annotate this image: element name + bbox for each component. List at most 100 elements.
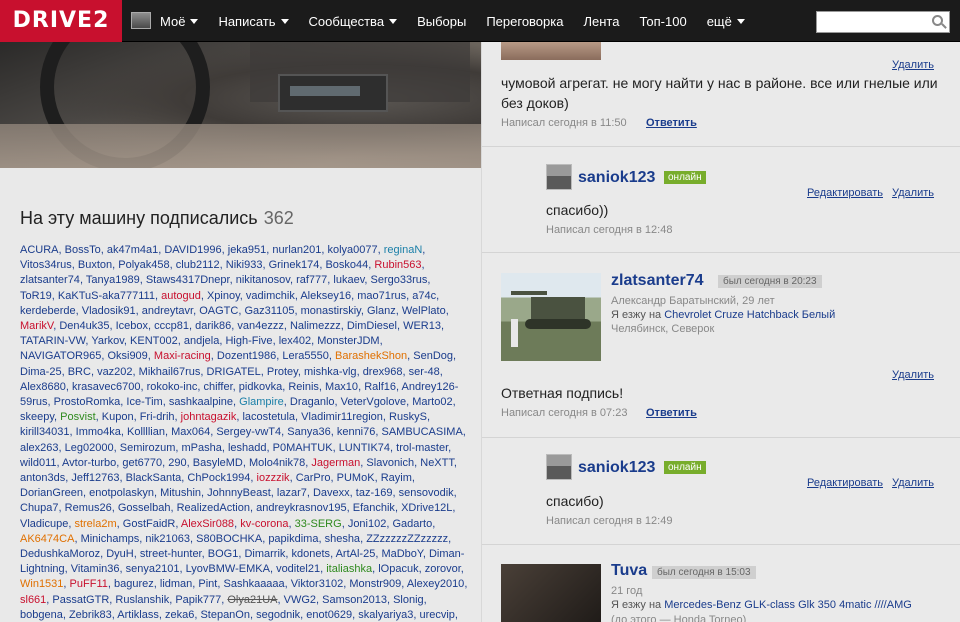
subscriber-link[interactable]: Papik777 — [175, 594, 221, 606]
subscriber-link[interactable]: GostFaidR — [123, 518, 176, 530]
nav-item-write[interactable]: Написать — [218, 14, 289, 29]
subscriber-link[interactable]: VWG2 — [284, 594, 316, 606]
subscriber-link[interactable]: get6770 — [122, 457, 162, 469]
subscriber-link[interactable]: pidkovka — [239, 381, 282, 393]
nav-item-chat[interactable]: Переговорка — [486, 14, 563, 29]
subscriber-link[interactable]: raf777 — [296, 274, 327, 286]
subscriber-link[interactable]: Ice-Tim — [126, 396, 162, 408]
subscriber-link[interactable]: andjela — [184, 335, 219, 347]
subscriber-link[interactable]: Staws4317Dnepr — [146, 274, 230, 286]
subscriber-link[interactable]: lex402 — [279, 335, 311, 347]
subscriber-link[interactable]: Rubin563 — [374, 259, 421, 271]
subscriber-link[interactable]: Immo4ka — [76, 426, 121, 438]
car-interior-photo[interactable] — [0, 42, 481, 168]
subscriber-link[interactable]: zorovor — [425, 563, 461, 575]
subscriber-link[interactable]: 290 — [168, 457, 186, 469]
subscriber-link[interactable]: VeterVgolove — [341, 396, 406, 408]
user-avatar[interactable] — [546, 164, 572, 190]
subscriber-link[interactable]: RealizedAction — [177, 502, 250, 514]
subscriber-link[interactable]: Bosko44 — [325, 259, 368, 271]
subscriber-link[interactable]: LyovBMW-EMKA — [186, 563, 270, 575]
subscriber-link[interactable]: zlatsanter74 — [20, 274, 80, 286]
edit-link[interactable]: Редактировать — [807, 477, 883, 489]
subscriber-link[interactable]: LUNTIK74 — [339, 442, 390, 454]
subscriber-link[interactable]: PUMoK — [337, 472, 375, 484]
search-icon[interactable] — [932, 15, 943, 26]
subscriber-link[interactable]: Polyak458 — [118, 259, 169, 271]
subscriber-link[interactable]: ProstoRomka — [54, 396, 121, 408]
subscriber-link[interactable]: KaKTuS-aka777111 — [58, 290, 155, 302]
subscriber-link[interactable]: P0MAHTUK — [273, 442, 333, 454]
subscriber-link[interactable]: Vladicupe — [20, 518, 68, 530]
subscriber-link[interactable]: alex263 — [20, 442, 59, 454]
subscriber-link[interactable]: Nalimezzz — [290, 320, 341, 332]
subscriber-link[interactable]: senya2101 — [126, 563, 180, 575]
subscriber-link[interactable]: ChPock1994 — [187, 472, 250, 484]
subscriber-link[interactable]: Dozent1986 — [217, 350, 276, 362]
subscriber-link[interactable]: Mitushin — [160, 487, 201, 499]
subscriber-link[interactable]: Sergey-vwT4 — [216, 426, 281, 438]
subscriber-link[interactable]: Joni102 — [348, 518, 387, 530]
subscriber-link[interactable]: andreykrasnov195 — [256, 502, 347, 514]
subscriber-link[interactable]: Kollllian — [127, 426, 165, 438]
subscriber-link[interactable]: andreytavr — [142, 305, 193, 317]
subscriber-link[interactable]: Reinis — [288, 381, 319, 393]
username-link[interactable]: Tuva — [611, 562, 647, 580]
subscriber-link[interactable]: leshadd — [228, 442, 267, 454]
subscriber-link[interactable]: lacostetula — [242, 411, 295, 423]
subscriber-link[interactable]: strela2m — [74, 518, 116, 530]
subscriber-link[interactable]: DedushkaMoroz — [20, 548, 100, 560]
subscriber-link[interactable]: nikitanosov — [236, 274, 290, 286]
subscriber-link[interactable]: darik86 — [195, 320, 231, 332]
subscriber-link[interactable]: High-Five — [225, 335, 272, 347]
subscriber-link[interactable]: ArtAl-25 — [336, 548, 376, 560]
subscriber-link[interactable]: Buxton — [78, 259, 112, 271]
subscriber-link[interactable]: NeXTT — [420, 457, 454, 469]
nav-item-communities[interactable]: Сообщества — [309, 14, 398, 29]
subscriber-link[interactable]: lukaev — [333, 274, 364, 286]
subscriber-link[interactable]: PuFF11 — [70, 578, 108, 590]
subscriber-link[interactable]: Mikhail67rus — [139, 366, 201, 378]
username-link[interactable]: zlatsanter74 — [611, 272, 704, 290]
subscriber-link[interactable]: lOpacuk — [378, 563, 418, 575]
subscriber-link[interactable]: vadimchik — [246, 290, 295, 302]
subscriber-link[interactable]: club2112 — [176, 259, 220, 271]
subscriber-link[interactable]: OAGTC — [199, 305, 238, 317]
subscriber-link[interactable]: kdonets — [292, 548, 331, 560]
subscriber-link[interactable]: S80BOCHKA — [196, 533, 262, 545]
reply-link[interactable]: Ответить — [646, 407, 697, 419]
subscriber-link[interactable]: DorianGreen — [20, 487, 83, 499]
nav-item-elections[interactable]: Выборы — [417, 14, 466, 29]
subscriber-link[interactable]: AK6474CA — [20, 533, 74, 545]
subscriber-link[interactable]: Glanz — [367, 305, 396, 317]
subscriber-link[interactable]: Vladimir11region — [301, 411, 383, 423]
subscriber-link[interactable]: Max10 — [325, 381, 358, 393]
subscriber-link[interactable]: drex968 — [363, 366, 403, 378]
subscriber-link[interactable]: ser-48 — [409, 366, 440, 378]
subscriber-link[interactable]: skeepy — [20, 411, 54, 423]
subscriber-link[interactable]: Ruslanshik — [115, 594, 169, 606]
subscriber-link[interactable]: ACURA — [20, 244, 59, 256]
subscriber-link[interactable]: ZZzzzzzZZzzzzz — [366, 533, 448, 545]
subscriber-link[interactable]: Remus26 — [65, 502, 112, 514]
subscriber-link[interactable]: Aleksey16 — [300, 290, 351, 302]
subscriber-link[interactable]: a74c — [412, 290, 436, 302]
subscriber-link[interactable]: nik21063 — [145, 533, 190, 545]
subscriber-link[interactable]: Maxi-racing — [154, 350, 211, 362]
subscriber-link[interactable]: nurlan201 — [272, 244, 321, 256]
subscriber-link[interactable]: skalyariya3 — [358, 609, 413, 621]
subscriber-link[interactable]: kv-corona — [240, 518, 288, 530]
username-link[interactable]: saniok123 — [578, 169, 655, 187]
subscriber-link[interactable]: sl661 — [20, 594, 46, 606]
subscriber-link[interactable]: enotpolaskyn — [89, 487, 154, 499]
username-link[interactable]: saniok123 — [578, 459, 655, 477]
subscriber-link[interactable]: Sanya36 — [287, 426, 330, 438]
subscriber-link[interactable]: Dima-25 — [20, 366, 62, 378]
subscriber-link[interactable]: sashkaalpine — [169, 396, 233, 408]
subscriber-link[interactable]: anton3ds — [20, 472, 65, 484]
drive2-logo[interactable]: DRIVE2 — [0, 0, 122, 42]
subscriber-link[interactable]: TATARIN-VW — [20, 335, 85, 347]
subscriber-link[interactable]: BarashekShon — [335, 350, 407, 362]
subscriber-link[interactable]: Avtor-turbo — [62, 457, 116, 469]
subscriber-link[interactable]: Samson2013 — [322, 594, 387, 606]
